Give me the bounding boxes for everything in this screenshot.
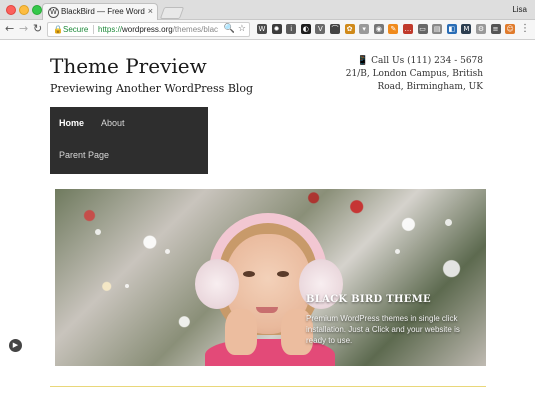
menu-item-home[interactable]: Home <box>59 118 84 128</box>
info-ext-icon[interactable]: i <box>286 24 297 34</box>
back-arrow-icon[interactable]: ← <box>5 22 14 35</box>
hero-title: BLACK BIRD THEME <box>306 294 431 305</box>
wordpress-favicon-icon: W <box>48 7 59 18</box>
phone-line: 📱 Call Us (111) 234 - 5678 <box>303 55 483 68</box>
url-path: /themes/black... <box>172 25 218 34</box>
link-ext-icon[interactable]: ⌒ <box>330 24 340 34</box>
pocket-ext-icon[interactable]: ▾ <box>359 24 370 34</box>
omnibox-separator <box>93 25 94 34</box>
zoom-icon[interactable]: 🔍 <box>224 24 235 34</box>
hero-slider-image[interactable]: BLACK BIRD THEME Premium WordPress theme… <box>55 189 486 366</box>
contact-info: 📱 Call Us (111) 234 - 5678 21/B, London … <box>303 55 483 94</box>
new-tab-button[interactable] <box>159 7 185 19</box>
tab-close-icon[interactable]: × <box>148 6 153 16</box>
lock-icon: 🔒 <box>53 25 63 34</box>
girl-mouth <box>256 307 278 313</box>
site-title[interactable]: Theme Preview <box>50 54 207 78</box>
face-ext-icon[interactable]: ☺ <box>505 24 516 34</box>
wordpress-ext-icon[interactable]: W <box>257 24 267 34</box>
browser-menu-icon[interactable]: ⋮ <box>520 23 530 34</box>
browser-tab[interactable]: W BlackBird — Free WordPress T × <box>42 3 158 20</box>
bokeh-light <box>165 249 170 254</box>
tab-title: BlackBird — Free WordPress T <box>61 7 145 16</box>
profile-name[interactable]: Lisa <box>512 5 527 14</box>
url-text[interactable]: https://wordpress.org/themes/black... <box>98 25 218 34</box>
gear-ext-icon[interactable]: ✹ <box>271 24 282 34</box>
honey-ext-icon[interactable]: ✿ <box>344 24 355 34</box>
window-minimize-button[interactable] <box>19 5 29 15</box>
window-titlebar: W BlackBird — Free WordPress T × Lisa <box>0 0 535 20</box>
lastpass-ext-icon[interactable]: … <box>403 24 413 34</box>
hero-text: Premium WordPress themes in single click… <box>306 314 460 345</box>
bokeh-light <box>125 284 129 288</box>
address-bar[interactable]: 🔒 Secure https://wordpress.org/themes/bl… <box>47 22 250 37</box>
orange-ext-icon[interactable]: ✎ <box>388 24 399 34</box>
girl-eye-left <box>243 271 255 277</box>
window-maximize-button[interactable] <box>32 5 42 15</box>
address-line-1: 21/B, London Campus, British <box>345 69 483 79</box>
menu-item-parent-page[interactable]: Parent Page <box>59 150 109 160</box>
secure-label: Secure <box>63 25 89 34</box>
forward-arrow-icon[interactable]: → <box>19 22 28 35</box>
web-page: Theme Preview Previewing Another WordPre… <box>0 40 535 401</box>
url-scheme: https:// <box>98 25 123 34</box>
screenshot-ext-icon[interactable]: ◉ <box>373 24 384 34</box>
m-ext-icon[interactable]: M <box>461 24 472 34</box>
bokeh-light <box>445 219 452 226</box>
content-divider <box>50 386 486 387</box>
cast-ext-icon[interactable]: ▭ <box>417 24 428 34</box>
site-description: Previewing Another WordPress Blog <box>50 82 254 95</box>
menu-item-about[interactable]: About <box>101 118 125 128</box>
primary-menu: Home About Parent Page <box>50 107 208 174</box>
reload-icon[interactable]: ↻ <box>33 22 42 35</box>
phone-icon: 📱 <box>357 56 369 66</box>
address-line-2: Road, Birmingham, UK <box>377 82 483 92</box>
vault-ext-icon[interactable]: V <box>315 24 326 34</box>
play-button-icon[interactable]: ▶ <box>9 339 22 352</box>
bokeh-light <box>395 249 400 254</box>
window-close-button[interactable] <box>6 5 16 15</box>
bookmark-star-icon[interactable]: ☆ <box>238 24 246 34</box>
phone-number: Call Us (111) 234 - 5678 <box>371 56 483 66</box>
earmuff-left <box>195 259 239 309</box>
girl-eye-right <box>277 271 289 277</box>
settings-ext-icon[interactable]: ⚙ <box>476 24 486 34</box>
dark-ext-icon[interactable]: ◐ <box>300 24 311 34</box>
browser-toolbar: ← → ↻ 🔒 Secure https://wordpress.org/the… <box>0 20 535 40</box>
url-host: wordpress.org <box>122 25 173 34</box>
blue-ext-icon[interactable]: ◧ <box>446 24 457 34</box>
bokeh-light <box>95 229 101 235</box>
buffer-ext-icon[interactable]: ≡ <box>490 24 501 34</box>
docs-ext-icon[interactable]: ▤ <box>432 24 443 34</box>
girl-hand-left <box>225 309 257 355</box>
